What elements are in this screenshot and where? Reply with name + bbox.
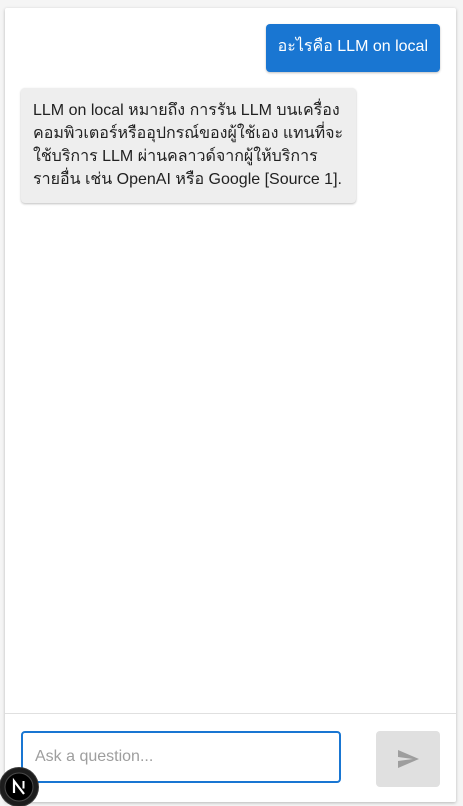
question-input[interactable] <box>21 731 341 783</box>
assistant-message: LLM on local หมายถึง การรัน LLM บนเครื่อ… <box>21 88 356 203</box>
user-message: อะไรคือ LLM on local <box>265 24 440 72</box>
input-bar <box>5 713 456 802</box>
send-button[interactable] <box>376 731 440 787</box>
send-icon <box>398 750 419 768</box>
nextjs-logo-icon[interactable] <box>0 768 38 806</box>
next-letter-icon <box>4 772 34 802</box>
chat-window: อะไรคือ LLM on local LLM on local หมายถึ… <box>5 8 456 802</box>
message-list: อะไรคือ LLM on local LLM on local หมายถึ… <box>5 8 456 713</box>
